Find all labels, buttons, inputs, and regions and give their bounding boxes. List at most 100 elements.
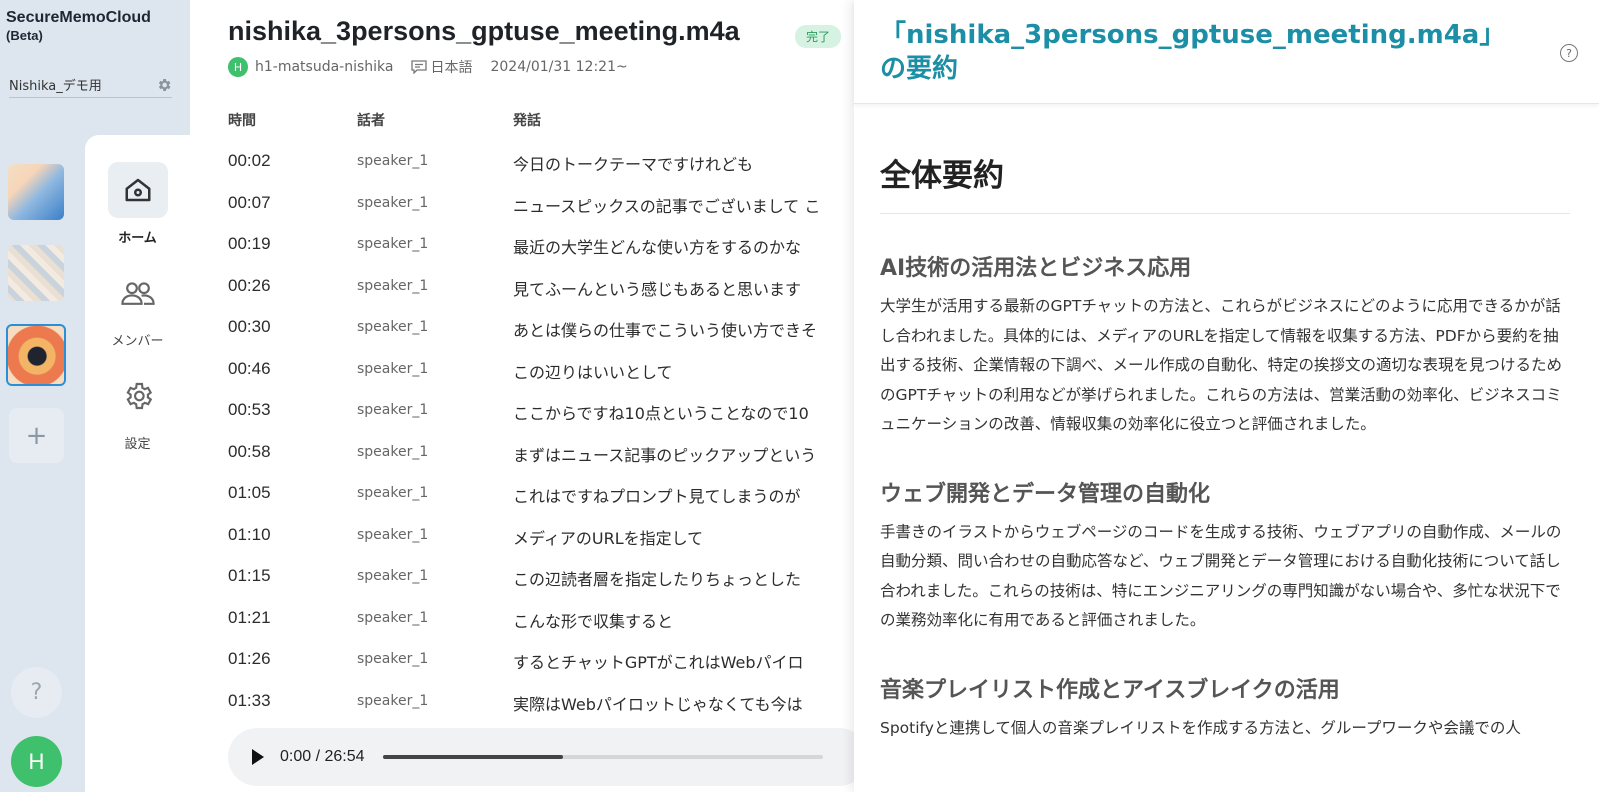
row-time[interactable]: 01:10 [228, 525, 271, 545]
row-speaker: speaker_1 [357, 526, 429, 543]
row-speaker: speaker_1 [357, 153, 429, 169]
nav-home[interactable]: ホーム [85, 162, 190, 246]
nav-settings[interactable]: 設定 [85, 368, 190, 452]
table-row[interactable]: 00:58 speaker_1 まずはニュース記事のピックアップという [228, 436, 854, 478]
table-row[interactable]: 01:33 speaker_1 実際はWebパイロットじゃなくても今は [228, 685, 854, 716]
workspace-selector[interactable]: Nishika_デモ用 [9, 72, 172, 98]
question-mark-icon[interactable]: ? [1560, 44, 1578, 62]
home-icon [107, 162, 168, 218]
summary-header: 「nishika_3persons_gptuse_meeting.m4a」 の要… [854, 0, 1599, 104]
table-row[interactable]: 01:21 speaker_1 こんな形で収集すると [228, 602, 854, 644]
settings-gear-icon [108, 368, 168, 424]
row-time[interactable]: 01:21 [228, 608, 271, 628]
row-utterance: 見てふーんという感じもあると思います [513, 279, 802, 299]
app-name: SecureMemoCloud [6, 9, 151, 26]
row-speaker: speaker_1 [357, 402, 429, 418]
row-utterance: ニュースピックスの記事でございまして こ [513, 196, 821, 216]
col-header-speaker: 話者 [357, 113, 385, 129]
col-header-utterance: 発話 [513, 113, 541, 129]
row-utterance: こんな形で収集すると [513, 611, 674, 631]
help-button[interactable]: ? [11, 667, 62, 718]
table-row[interactable]: 01:10 speaker_1 メディアのURLを指定して [228, 519, 854, 561]
nav-members-label: メンバー [111, 334, 164, 349]
row-speaker: speaker_1 [357, 692, 429, 709]
row-time[interactable]: 00:02 [228, 151, 271, 171]
summary-section-heading: 音楽プレイリスト作成とアイスブレイクの活用 [880, 677, 1340, 703]
row-time[interactable]: 00:26 [228, 276, 271, 296]
app-beta-label: (Beta) [6, 28, 43, 43]
table-row[interactable]: 00:30 speaker_1 あとは僕らの仕事でこういう使い方できそ [228, 311, 854, 353]
row-time[interactable]: 00:19 [228, 234, 271, 254]
row-speaker: speaker_1 [357, 485, 429, 501]
transcript-rows: 00:02 speaker_1 今日のトークテーマですけれども 00:07 speake… [228, 145, 854, 715]
row-time[interactable]: 01:05 [228, 483, 271, 503]
table-row[interactable]: 00:19 speaker_1 最近の大学生どんな使い方をするのかな [228, 228, 854, 270]
gear-icon[interactable] [156, 77, 172, 93]
row-speaker: speaker_1 [357, 443, 429, 460]
col-header-time: 時間 [228, 113, 256, 129]
language-chat-icon [411, 60, 428, 74]
owner-avatar: H [228, 57, 248, 77]
language-label: 日本語 [430, 60, 473, 76]
table-row[interactable]: 00:07 speaker_1 ニュースピックスの記事でございまして こ [228, 187, 854, 229]
row-time[interactable]: 01:26 [228, 649, 271, 669]
table-row[interactable]: 00:02 speaker_1 今日のトークテーマですけれども [228, 145, 854, 187]
row-utterance: この辺りはいいとして [513, 362, 673, 382]
row-utterance: 今日のトークテーマですけれども [513, 155, 754, 174]
brand: SecureMemoCloud (Beta) [6, 9, 151, 43]
row-speaker: speaker_1 [357, 194, 429, 211]
row-speaker: speaker_1 [357, 609, 429, 626]
row-time[interactable]: 00:46 [228, 359, 271, 379]
nav-members[interactable]: メンバー [85, 265, 190, 349]
row-speaker: speaker_1 [357, 277, 429, 294]
row-time[interactable]: 00:58 [228, 442, 271, 462]
workspace-thumbnail-1[interactable] [8, 164, 64, 220]
row-utterance: この辺読者層を指定したりちょっとした [513, 570, 802, 589]
summary-body: 全体要約 AI技術の活用法とビジネス応用 大学生が活用する最新のGPTチャットの… [880, 150, 1570, 743]
table-row[interactable]: 00:46 speaker_1 この辺りはいいとして [228, 353, 854, 395]
play-icon[interactable] [252, 749, 264, 765]
transcript-panel: nishika_3persons_gptuse_meeting.m4a 完了 H… [190, 0, 868, 792]
row-time[interactable]: 01:15 [228, 566, 271, 586]
row-utterance: 最近の大学生どんな使い方をするのかな [513, 238, 802, 257]
table-row[interactable]: 00:26 speaker_1 見てふーんという感じもあると思います [228, 270, 854, 312]
row-utterance: ここからですね10点ということなので10 [513, 404, 809, 423]
summary-title: 「nishika_3persons_gptuse_meeting.m4a」 の要… [880, 20, 1506, 84]
summary-section-text: 手書きのイラストからウェブページのコードを生成する技術、ウェブアプリの自動作成、… [880, 522, 1562, 630]
seek-bar[interactable] [382, 755, 823, 759]
summary-panel: 「nishika_3persons_gptuse_meeting.m4a」 の要… [854, 0, 1599, 792]
main-nav: ホーム メンバー 設定 [85, 135, 190, 792]
file-title: nishika_3persons_gptuse_meeting.m4a [228, 16, 740, 46]
user-avatar[interactable]: H [11, 736, 62, 787]
row-utterance: まずはニュース記事のピックアップという [513, 445, 817, 465]
row-time[interactable]: 00:07 [228, 193, 271, 213]
row-speaker: speaker_1 [357, 319, 429, 335]
table-row[interactable]: 01:05 speaker_1 これはですねプロンプト見てしまうのが [228, 477, 854, 519]
overall-summary-heading: 全体要約 [880, 150, 1570, 214]
row-time[interactable]: 01:33 [228, 691, 271, 711]
nav-settings-label: 設定 [124, 437, 151, 452]
workspace-thumbnail-2[interactable] [8, 245, 64, 301]
recorded-datetime: 2024/01/31 12:21~ [490, 59, 628, 75]
row-utterance: するとチャットGPTがこれはWebパイロ [513, 653, 804, 672]
status-badge: 完了 [795, 25, 842, 48]
members-icon [108, 265, 168, 321]
seek-bar-progress [382, 755, 563, 759]
row-speaker: speaker_1 [357, 568, 429, 584]
row-utterance: 実際はWebパイロットじゃなくても今は [513, 694, 803, 714]
playback-time: 0:00 / 26:54 [280, 748, 365, 765]
workspace-name: Nishika_デモ用 [9, 79, 102, 94]
workspace-thumbnail-3-selected[interactable] [6, 324, 66, 386]
add-workspace-button[interactable]: + [9, 408, 64, 463]
table-row[interactable]: 01:26 speaker_1 するとチャットGPTがこれはWebパイロ [228, 643, 854, 685]
table-row[interactable]: 00:53 speaker_1 ここからですね10点ということなので10 [228, 394, 854, 436]
row-time[interactable]: 00:30 [228, 317, 271, 337]
row-speaker: speaker_1 [357, 236, 429, 252]
row-speaker: speaker_1 [357, 360, 429, 377]
row-time[interactable]: 00:53 [228, 400, 271, 420]
file-meta: H h1-matsuda-nishika 日本語 2024/01/31 12:2… [228, 57, 628, 77]
summary-section-text: 大学生が活用する最新のGPTチャットの方法と、これらがビジネスにどのように応用で… [880, 297, 1563, 433]
row-utterance: これはですねプロンプト見てしまうのが [513, 487, 801, 506]
table-row[interactable]: 01:15 speaker_1 この辺読者層を指定したりちょっとした [228, 560, 854, 602]
summary-section-heading: AI技術の活用法とビジネス応用 [880, 256, 1192, 281]
